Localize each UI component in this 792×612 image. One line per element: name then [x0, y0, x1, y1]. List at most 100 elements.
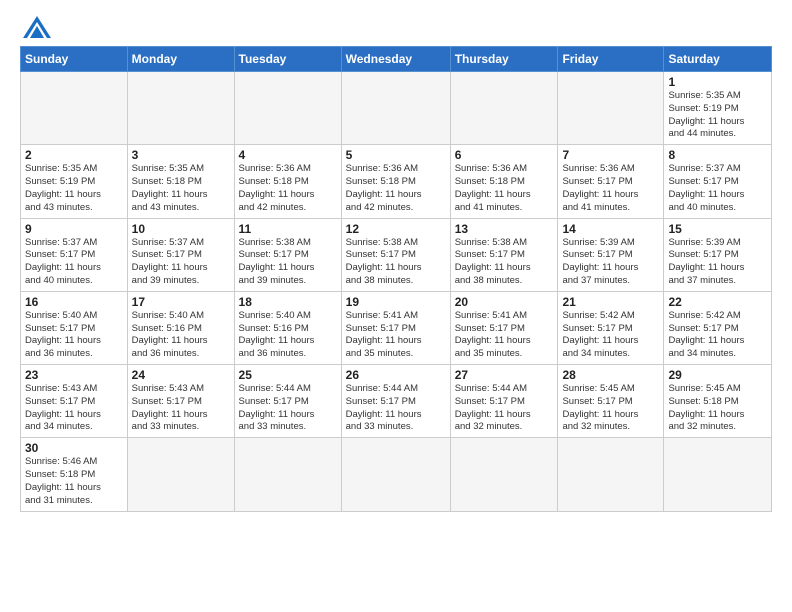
logo-icon: [23, 16, 51, 38]
day-info: Sunrise: 5:45 AM Sunset: 5:18 PM Dayligh…: [668, 383, 767, 434]
calendar-cell: 10Sunrise: 5:37 AM Sunset: 5:17 PM Dayli…: [127, 218, 234, 291]
calendar-cell: 15Sunrise: 5:39 AM Sunset: 5:17 PM Dayli…: [664, 218, 772, 291]
calendar-cell: 13Sunrise: 5:38 AM Sunset: 5:17 PM Dayli…: [450, 218, 558, 291]
calendar-header-tuesday: Tuesday: [234, 47, 341, 72]
calendar-cell: 28Sunrise: 5:45 AM Sunset: 5:17 PM Dayli…: [558, 365, 664, 438]
day-number: 7: [562, 148, 659, 162]
day-info: Sunrise: 5:39 AM Sunset: 5:17 PM Dayligh…: [668, 237, 767, 288]
calendar-cell: [558, 72, 664, 145]
calendar-header-wednesday: Wednesday: [341, 47, 450, 72]
calendar-cell: 18Sunrise: 5:40 AM Sunset: 5:16 PM Dayli…: [234, 291, 341, 364]
day-number: 24: [132, 368, 230, 382]
calendar-header-monday: Monday: [127, 47, 234, 72]
calendar-cell: 11Sunrise: 5:38 AM Sunset: 5:17 PM Dayli…: [234, 218, 341, 291]
calendar-cell: 24Sunrise: 5:43 AM Sunset: 5:17 PM Dayli…: [127, 365, 234, 438]
day-info: Sunrise: 5:45 AM Sunset: 5:17 PM Dayligh…: [562, 383, 659, 434]
day-number: 20: [455, 295, 554, 309]
calendar-cell: 1Sunrise: 5:35 AM Sunset: 5:19 PM Daylig…: [664, 72, 772, 145]
calendar-cell: 22Sunrise: 5:42 AM Sunset: 5:17 PM Dayli…: [664, 291, 772, 364]
day-info: Sunrise: 5:38 AM Sunset: 5:17 PM Dayligh…: [455, 237, 554, 288]
day-info: Sunrise: 5:44 AM Sunset: 5:17 PM Dayligh…: [239, 383, 337, 434]
calendar-week-row: 30Sunrise: 5:46 AM Sunset: 5:18 PM Dayli…: [21, 438, 772, 511]
calendar-cell: [558, 438, 664, 511]
day-number: 27: [455, 368, 554, 382]
day-number: 18: [239, 295, 337, 309]
day-number: 15: [668, 222, 767, 236]
calendar-header-row: SundayMondayTuesdayWednesdayThursdayFrid…: [21, 47, 772, 72]
calendar-cell: [450, 72, 558, 145]
day-info: Sunrise: 5:42 AM Sunset: 5:17 PM Dayligh…: [668, 310, 767, 361]
calendar-cell: 12Sunrise: 5:38 AM Sunset: 5:17 PM Dayli…: [341, 218, 450, 291]
day-number: 21: [562, 295, 659, 309]
day-info: Sunrise: 5:44 AM Sunset: 5:17 PM Dayligh…: [346, 383, 446, 434]
calendar-header-saturday: Saturday: [664, 47, 772, 72]
calendar-cell: 20Sunrise: 5:41 AM Sunset: 5:17 PM Dayli…: [450, 291, 558, 364]
day-info: Sunrise: 5:41 AM Sunset: 5:17 PM Dayligh…: [455, 310, 554, 361]
calendar-week-row: 1Sunrise: 5:35 AM Sunset: 5:19 PM Daylig…: [21, 72, 772, 145]
calendar-week-row: 23Sunrise: 5:43 AM Sunset: 5:17 PM Dayli…: [21, 365, 772, 438]
calendar-cell: [127, 438, 234, 511]
calendar-header-friday: Friday: [558, 47, 664, 72]
calendar-cell: [234, 438, 341, 511]
calendar-cell: 9Sunrise: 5:37 AM Sunset: 5:17 PM Daylig…: [21, 218, 128, 291]
day-info: Sunrise: 5:40 AM Sunset: 5:16 PM Dayligh…: [132, 310, 230, 361]
calendar-cell: [127, 72, 234, 145]
day-info: Sunrise: 5:37 AM Sunset: 5:17 PM Dayligh…: [668, 163, 767, 214]
day-number: 3: [132, 148, 230, 162]
day-info: Sunrise: 5:40 AM Sunset: 5:17 PM Dayligh…: [25, 310, 123, 361]
calendar-cell: 3Sunrise: 5:35 AM Sunset: 5:18 PM Daylig…: [127, 145, 234, 218]
day-info: Sunrise: 5:40 AM Sunset: 5:16 PM Dayligh…: [239, 310, 337, 361]
day-info: Sunrise: 5:37 AM Sunset: 5:17 PM Dayligh…: [25, 237, 123, 288]
day-number: 8: [668, 148, 767, 162]
calendar-cell: 19Sunrise: 5:41 AM Sunset: 5:17 PM Dayli…: [341, 291, 450, 364]
calendar-table: SundayMondayTuesdayWednesdayThursdayFrid…: [20, 46, 772, 512]
day-number: 14: [562, 222, 659, 236]
day-number: 13: [455, 222, 554, 236]
page: SundayMondayTuesdayWednesdayThursdayFrid…: [0, 0, 792, 612]
day-info: Sunrise: 5:44 AM Sunset: 5:17 PM Dayligh…: [455, 383, 554, 434]
day-number: 10: [132, 222, 230, 236]
day-info: Sunrise: 5:38 AM Sunset: 5:17 PM Dayligh…: [239, 237, 337, 288]
day-number: 29: [668, 368, 767, 382]
calendar-cell: 17Sunrise: 5:40 AM Sunset: 5:16 PM Dayli…: [127, 291, 234, 364]
calendar-cell: [450, 438, 558, 511]
day-info: Sunrise: 5:35 AM Sunset: 5:19 PM Dayligh…: [25, 163, 123, 214]
day-number: 12: [346, 222, 446, 236]
day-number: 30: [25, 441, 123, 455]
header: [20, 16, 772, 38]
day-info: Sunrise: 5:36 AM Sunset: 5:18 PM Dayligh…: [455, 163, 554, 214]
day-number: 4: [239, 148, 337, 162]
day-info: Sunrise: 5:36 AM Sunset: 5:17 PM Dayligh…: [562, 163, 659, 214]
day-number: 6: [455, 148, 554, 162]
calendar-cell: 7Sunrise: 5:36 AM Sunset: 5:17 PM Daylig…: [558, 145, 664, 218]
day-info: Sunrise: 5:46 AM Sunset: 5:18 PM Dayligh…: [25, 456, 123, 507]
calendar-cell: 25Sunrise: 5:44 AM Sunset: 5:17 PM Dayli…: [234, 365, 341, 438]
calendar-header-thursday: Thursday: [450, 47, 558, 72]
calendar-cell: 29Sunrise: 5:45 AM Sunset: 5:18 PM Dayli…: [664, 365, 772, 438]
day-info: Sunrise: 5:36 AM Sunset: 5:18 PM Dayligh…: [346, 163, 446, 214]
calendar-cell: 21Sunrise: 5:42 AM Sunset: 5:17 PM Dayli…: [558, 291, 664, 364]
day-info: Sunrise: 5:35 AM Sunset: 5:19 PM Dayligh…: [668, 90, 767, 141]
day-info: Sunrise: 5:42 AM Sunset: 5:17 PM Dayligh…: [562, 310, 659, 361]
day-info: Sunrise: 5:36 AM Sunset: 5:18 PM Dayligh…: [239, 163, 337, 214]
day-info: Sunrise: 5:43 AM Sunset: 5:17 PM Dayligh…: [132, 383, 230, 434]
calendar-cell: 8Sunrise: 5:37 AM Sunset: 5:17 PM Daylig…: [664, 145, 772, 218]
day-number: 28: [562, 368, 659, 382]
day-info: Sunrise: 5:37 AM Sunset: 5:17 PM Dayligh…: [132, 237, 230, 288]
calendar-cell: [341, 72, 450, 145]
calendar-cell: 16Sunrise: 5:40 AM Sunset: 5:17 PM Dayli…: [21, 291, 128, 364]
calendar-cell: [234, 72, 341, 145]
logo: [20, 16, 51, 38]
calendar-cell: 5Sunrise: 5:36 AM Sunset: 5:18 PM Daylig…: [341, 145, 450, 218]
day-info: Sunrise: 5:35 AM Sunset: 5:18 PM Dayligh…: [132, 163, 230, 214]
day-number: 25: [239, 368, 337, 382]
day-info: Sunrise: 5:39 AM Sunset: 5:17 PM Dayligh…: [562, 237, 659, 288]
day-number: 19: [346, 295, 446, 309]
day-number: 1: [668, 75, 767, 89]
calendar-week-row: 2Sunrise: 5:35 AM Sunset: 5:19 PM Daylig…: [21, 145, 772, 218]
day-number: 22: [668, 295, 767, 309]
calendar-header-sunday: Sunday: [21, 47, 128, 72]
calendar-cell: 30Sunrise: 5:46 AM Sunset: 5:18 PM Dayli…: [21, 438, 128, 511]
calendar-cell: 14Sunrise: 5:39 AM Sunset: 5:17 PM Dayli…: [558, 218, 664, 291]
day-number: 9: [25, 222, 123, 236]
